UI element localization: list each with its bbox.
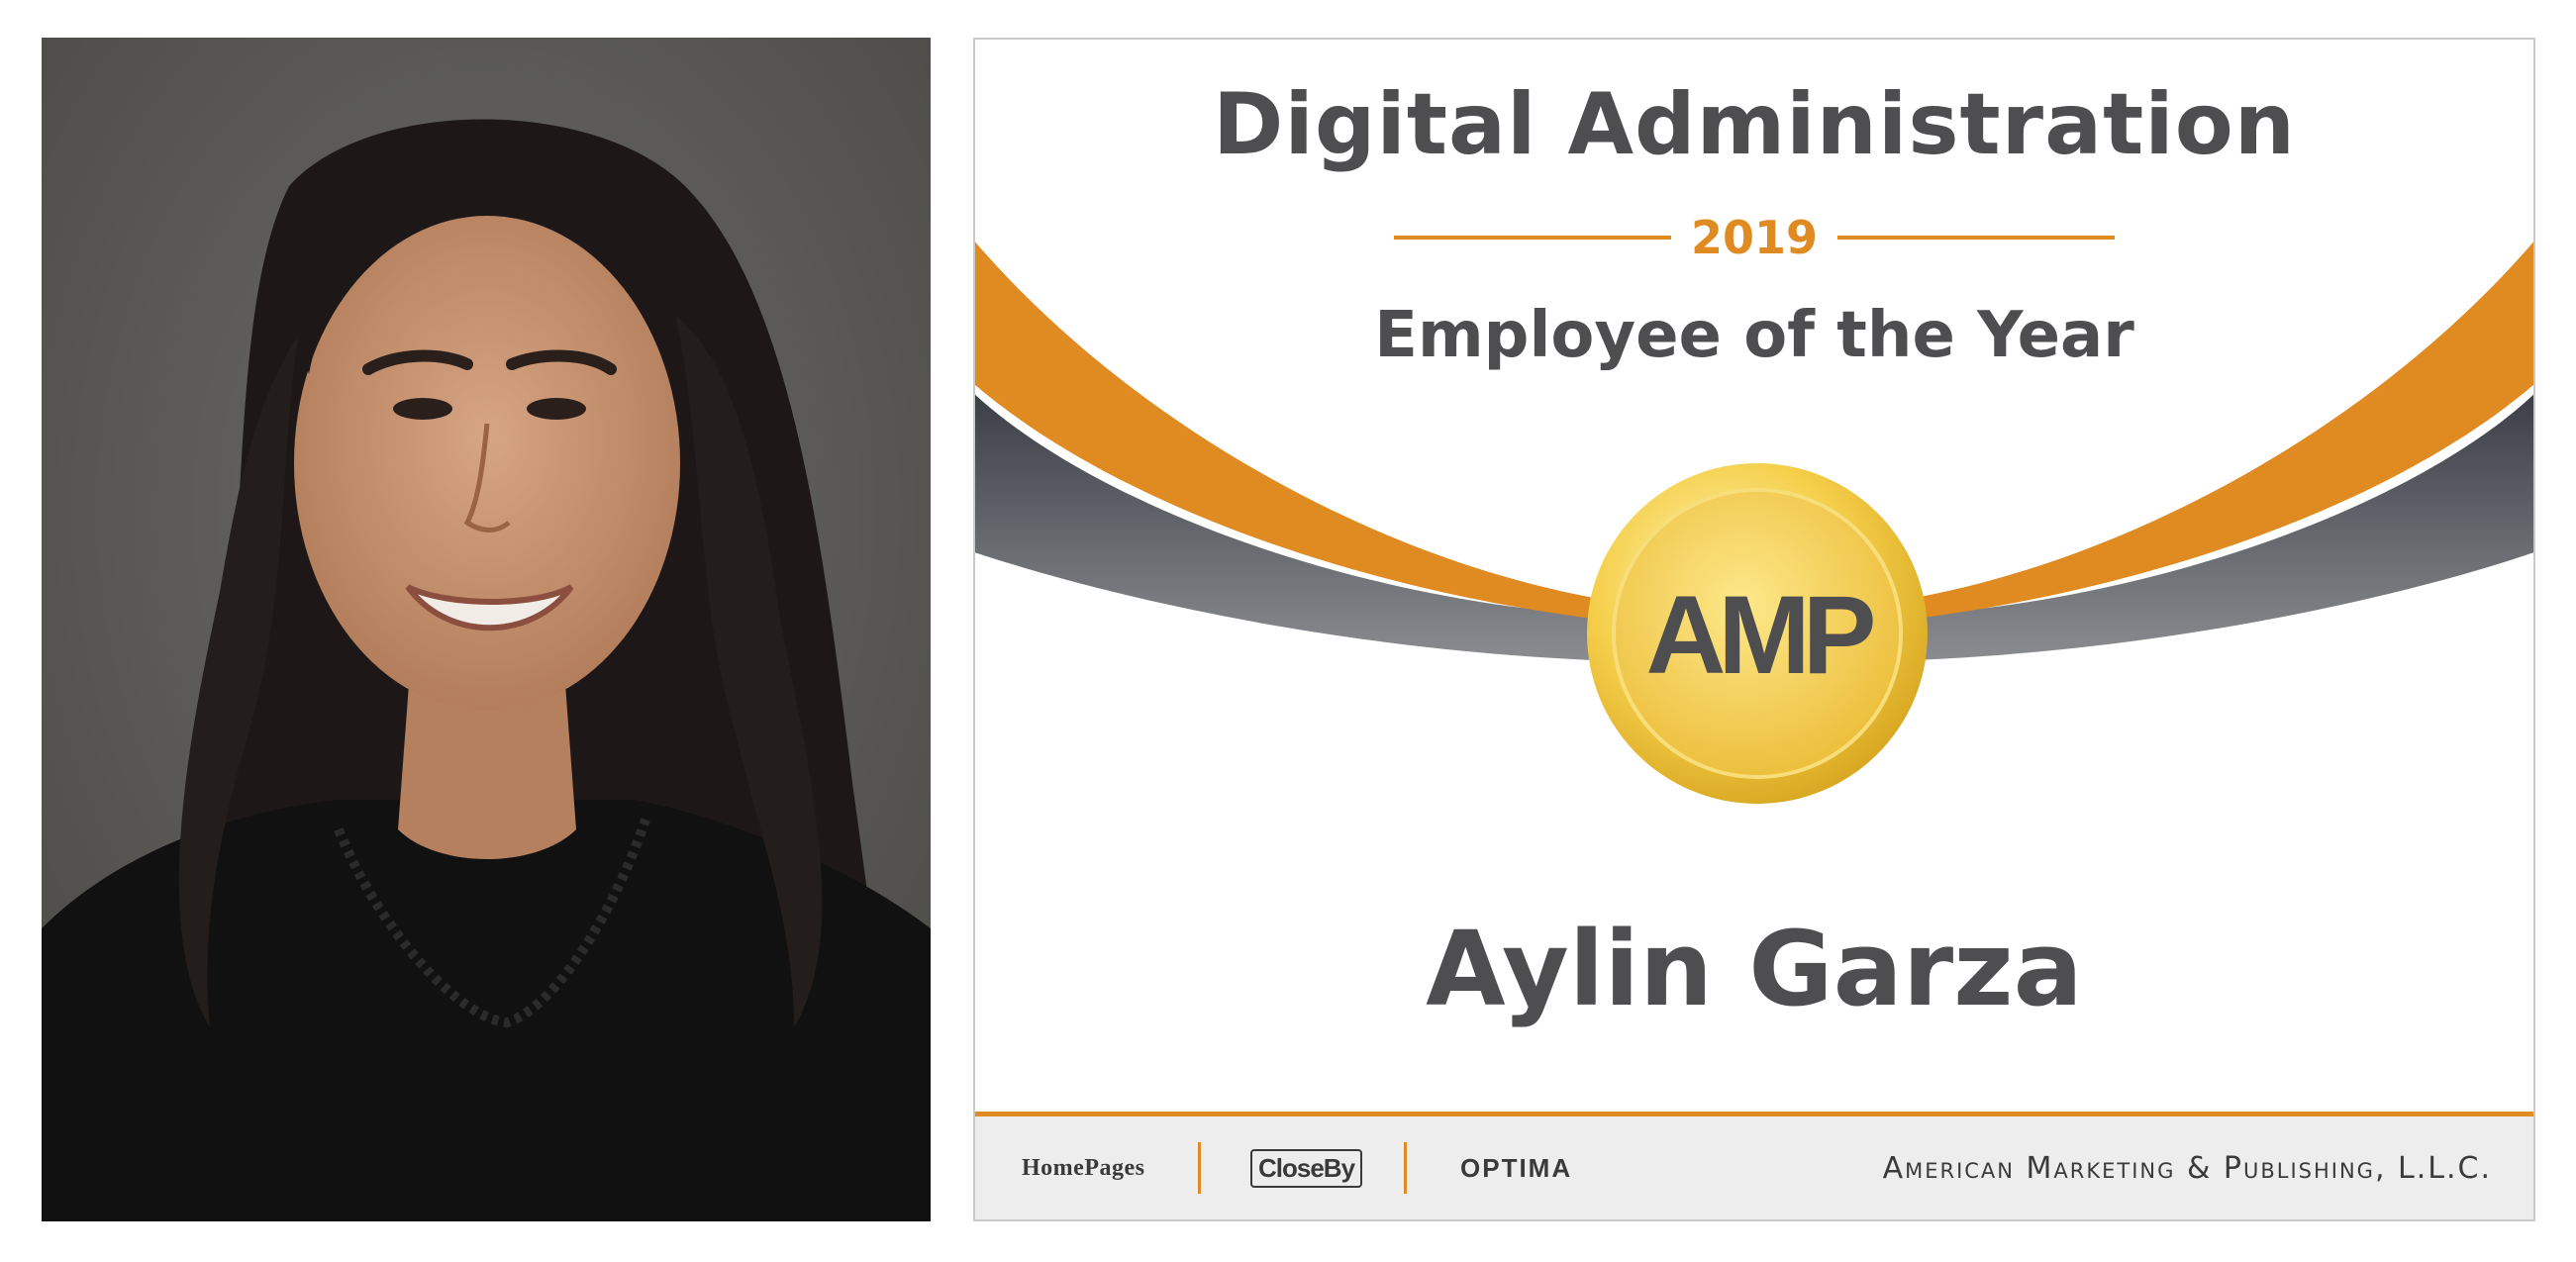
year-divider-left <box>1393 236 1671 240</box>
year-divider-right <box>1837 236 2116 240</box>
award-certificate: Digital Administration 2019 Employee of … <box>973 38 2535 1221</box>
closeby-logo: CloseBy <box>1250 1116 1363 1219</box>
medal-logo-text: AMP <box>1646 573 1873 697</box>
optima-logo: OPTIMA <box>1460 1152 1573 1183</box>
award-year: 2019 <box>1690 211 1819 264</box>
award-title: Employee of the Year <box>1374 299 2134 372</box>
certificate-title: Digital Administration <box>1212 75 2297 174</box>
gold-medal-icon: AMP <box>1585 461 1930 806</box>
recipient-name: Aylin Garza <box>1426 909 2083 1029</box>
closeby-logo-text: CloseBy <box>1250 1148 1363 1188</box>
homepages-logo: HomePages <box>1022 1154 1145 1181</box>
footer-divider <box>1198 1142 1201 1194</box>
year-row: 2019 <box>975 206 2533 269</box>
certificate-footer: HomePages CloseBy OPTIMA American Market… <box>975 1112 2533 1219</box>
footer-divider <box>1404 1142 1407 1194</box>
employee-photo <box>42 38 931 1221</box>
company-name: American Marketing & Publishing, L.L.C. <box>1882 1150 2492 1186</box>
portrait-illustration <box>42 38 931 1221</box>
